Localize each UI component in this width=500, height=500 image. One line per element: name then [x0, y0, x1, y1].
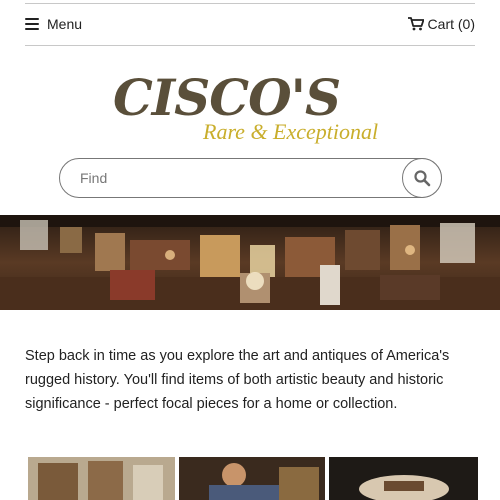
menu-button[interactable]: Menu [25, 16, 82, 32]
hero-banner-image [0, 215, 500, 310]
site-logo[interactable]: CISCO'S Rare & Exceptional [113, 68, 388, 148]
category-thumbnail[interactable] [28, 457, 175, 500]
search-bar [59, 158, 442, 198]
header-divider [25, 45, 475, 46]
logo-tagline: Rare & Exceptional [203, 119, 379, 144]
search-button[interactable] [402, 158, 442, 198]
cart-icon [407, 17, 424, 31]
hamburger-icon [25, 18, 39, 30]
site-header: Menu Cart (0) [25, 10, 475, 38]
top-divider [25, 3, 475, 4]
cart-label: Cart (0) [427, 16, 475, 32]
intro-paragraph: Step back in time as you explore the art… [25, 348, 450, 412]
category-thumbnails [28, 457, 478, 500]
search-input[interactable] [80, 159, 400, 197]
category-thumbnail[interactable] [179, 457, 325, 500]
menu-label: Menu [47, 16, 83, 32]
cart-button[interactable]: Cart (0) [407, 16, 475, 32]
search-icon [414, 170, 431, 187]
category-thumbnail[interactable] [329, 457, 478, 500]
